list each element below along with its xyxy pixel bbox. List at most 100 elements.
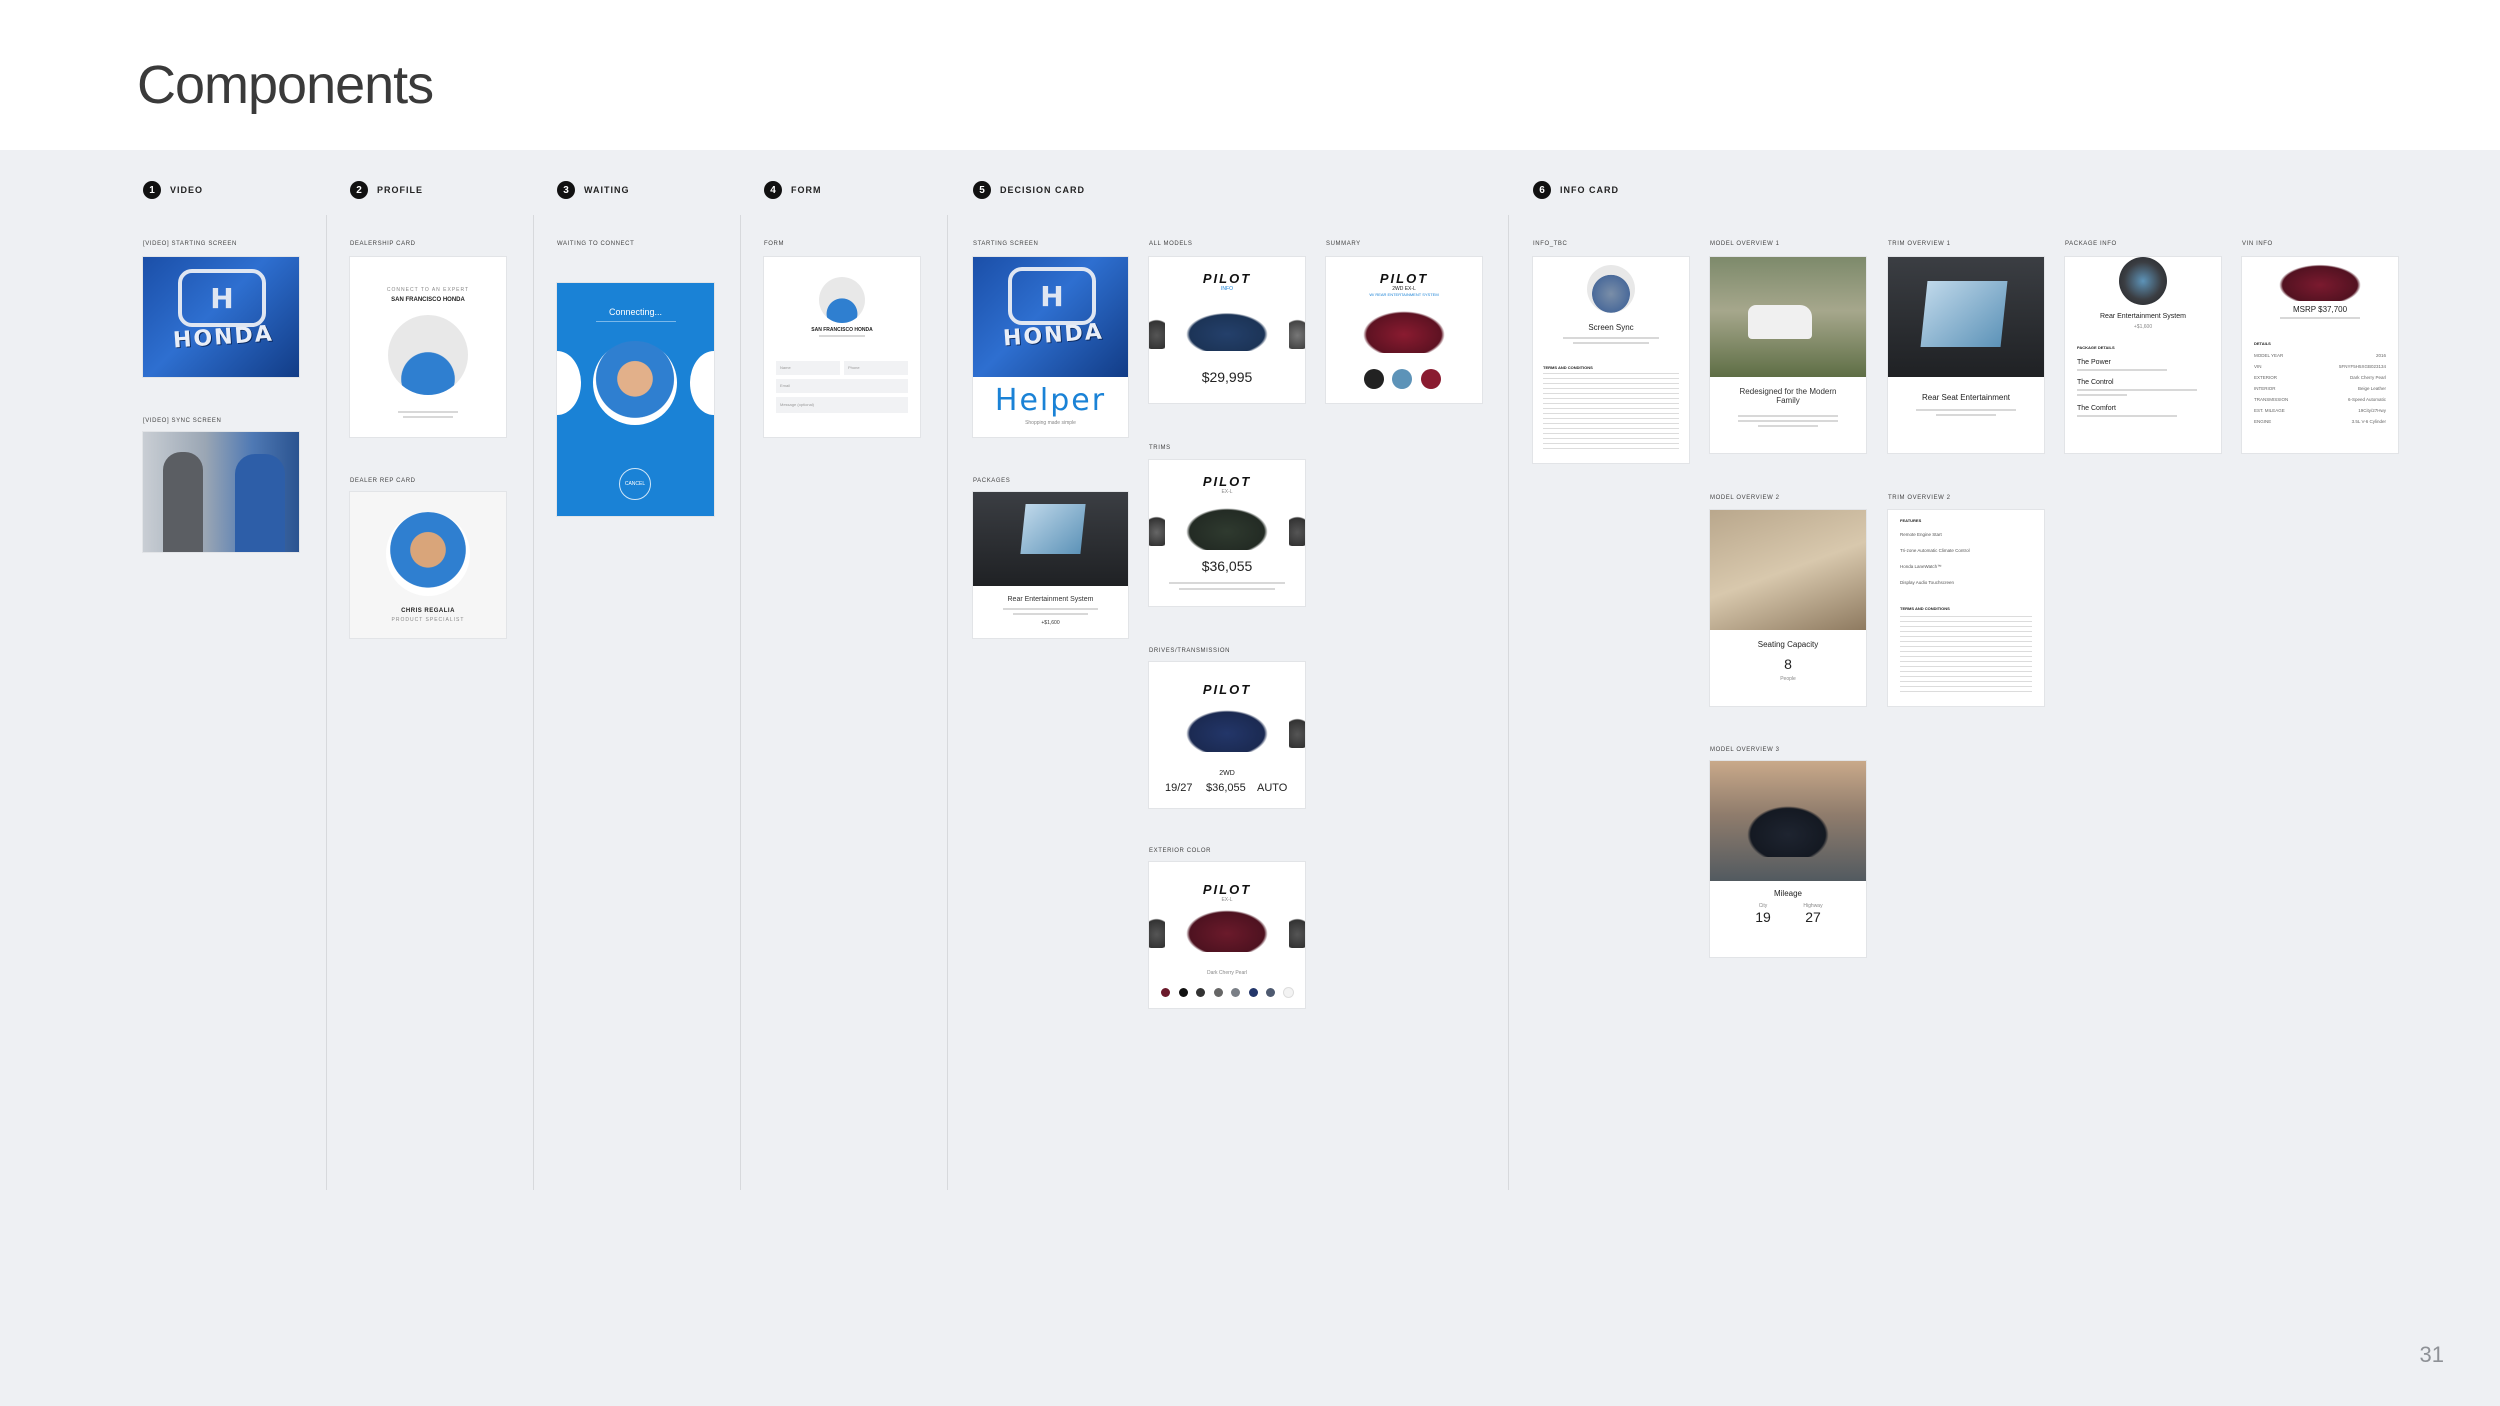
vin-row: TRANSMISSION 6-Speed Automatic (2254, 397, 2386, 408)
color-swatch[interactable] (1248, 988, 1258, 997)
form-dealer-name: SAN FRANCISCO HONDA (811, 327, 873, 333)
summary-thumbnails (1362, 369, 1443, 394)
model-name: PILOT (1202, 271, 1252, 286)
section-waiting-header: 3 WAITING (557, 180, 630, 200)
form-card[interactable]: SAN FRANCISCO HONDA Name Phone Email Mes… (764, 257, 920, 437)
model-overview-3-card[interactable]: Mileage City Highway 19 27 (1710, 761, 1866, 957)
description-line (2077, 389, 2197, 391)
trim-overview-2-card[interactable]: FEATURES Remote Engine Start Tri-zone Au… (1888, 510, 2044, 706)
description-line (2077, 394, 2127, 396)
dealership-card[interactable]: CONNECT TO AN EXPERT SAN FRANCISCO HONDA (350, 257, 506, 437)
description-line (2077, 415, 2177, 417)
color-swatch[interactable] (1213, 988, 1223, 997)
color-swatch[interactable] (1283, 988, 1293, 997)
exterior-card[interactable]: PILOT EX-L Dark Cherry Pearl (1149, 862, 1305, 1008)
video-sync-label: [VIDEO] SYNC SCREEN (143, 418, 222, 424)
all-models-card[interactable]: PILOT INFO $29,995 (1149, 257, 1305, 403)
drives-card[interactable]: PILOT 2WD 19/27 $36,055 AUTO (1149, 662, 1305, 808)
screen-image (1920, 281, 2008, 347)
waiting-card[interactable]: Connecting... CANCEL (557, 283, 714, 516)
person-photo (163, 452, 203, 552)
package-info-card[interactable]: Rear Entertainment System +$1,600 PACKAG… (2065, 257, 2221, 453)
side-cutout (557, 351, 581, 415)
page-number: 31 (2419, 1342, 2444, 1367)
connect-text: CONNECT TO AN EXPERT (386, 287, 470, 293)
honda-logo-icon: H (1008, 267, 1096, 325)
vin-key: ENGINE (2254, 419, 2272, 424)
name-field[interactable]: Name (776, 361, 840, 375)
thumbnail[interactable] (1392, 369, 1413, 389)
description-line (1758, 425, 1818, 427)
package-photo (973, 492, 1128, 586)
color-swatch[interactable] (1266, 988, 1276, 997)
message-field[interactable]: Message (optional) (776, 397, 908, 413)
vin-key: EXTERIOR (2254, 375, 2278, 380)
components-board: 1 VIDEO 2 PROFILE 3 WAITING 4 FORM 5 DEC… (0, 150, 2500, 1406)
connecting-text: Connecting... (608, 307, 663, 317)
video-starting-screen[interactable]: H HONDA (143, 257, 299, 377)
starting-screen-label: STARTING SCREEN (973, 241, 1039, 247)
summary-label: SUMMARY (1326, 241, 1361, 247)
column-divider (326, 215, 327, 1190)
section-label: FORM (791, 185, 822, 195)
mo2-unit: People (1780, 676, 1796, 682)
tbc-title: Screen Sync (1588, 323, 1634, 332)
honda-logo-icon: H (178, 269, 266, 327)
video-starting-label: [VIDEO] STARTING SCREEN (143, 241, 237, 247)
trim-overview-1-card[interactable]: Rear Seat Entertainment (1888, 257, 2044, 453)
thumbnail[interactable] (1420, 369, 1441, 389)
section-number: 4 (764, 181, 782, 199)
column-divider (740, 215, 741, 1190)
vin-info-card[interactable]: MSRP $37,700 DETAILS MODEL YEAR 2016 VIN 5… (2242, 257, 2398, 453)
vin-label: VIN INFO (2242, 241, 2273, 247)
vin-value: Dark Cherry Pearl (2349, 375, 2386, 380)
section-label: INFO CARD (1560, 185, 1619, 195)
to1-label: TRIM OVERVIEW 1 (1888, 241, 1951, 247)
dealer-rep-card[interactable]: CHRIS REGALIA PRODUCT SPECIALIST (350, 492, 506, 638)
trims-card[interactable]: PILOT EX-L $36,055 (1149, 460, 1305, 606)
cancel-button[interactable]: CANCEL (619, 468, 651, 500)
color-swatch[interactable] (1178, 988, 1188, 997)
package-name: Rear Entertainment System (1007, 596, 1094, 603)
section-label: DECISION CARD (1000, 185, 1086, 195)
email-field[interactable]: Email (776, 379, 908, 393)
mo3-title: Mileage (1773, 889, 1802, 898)
vin-value: 5FNYF5H5XGB023134 (2338, 364, 2386, 369)
car-image-partial (1289, 714, 1305, 748)
tbc-terms: TERMS AND CONDITIONS (1543, 365, 1593, 370)
vin-row: EXTERIOR Dark Cherry Pearl (2254, 375, 2386, 386)
screen-image (1020, 504, 1086, 554)
sync-photo (1587, 265, 1635, 313)
model-name: PILOT (1202, 882, 1252, 897)
drives-label: DRIVES/TRANSMISSION (1149, 648, 1231, 654)
rep-avatar (593, 341, 677, 425)
interior-photo (1710, 510, 1866, 630)
car-image (1356, 307, 1452, 353)
model-overview-2-card[interactable]: Seating Capacity 8 People (1710, 510, 1866, 706)
car-image-partial (1149, 512, 1165, 546)
decision-starting-card[interactable]: H HONDA Helper Shopping made simple (973, 257, 1128, 437)
video-sync-screen[interactable] (143, 432, 299, 552)
vin-row: MODEL YEAR 2016 (2254, 353, 2386, 364)
package-price: +$1,600 (1041, 620, 1060, 626)
section-profile-header: 2 PROFILE (350, 180, 423, 200)
car-image (2272, 261, 2368, 301)
features-line (1169, 582, 1285, 584)
helper-tagline: Shopping made simple (1025, 420, 1076, 426)
phone-field[interactable]: Phone (844, 361, 908, 375)
package-card[interactable]: Rear Entertainment System +$1,600 (973, 492, 1128, 638)
model-overview-1-card[interactable]: Redesigned for the Modern Family (1710, 257, 1866, 453)
color-swatch[interactable] (1161, 988, 1171, 997)
model-name: PILOT (1202, 682, 1252, 697)
entertainment-photo (1888, 257, 2044, 377)
car-image-partial (1289, 315, 1305, 349)
section-video-header: 1 VIDEO (143, 180, 203, 200)
summary-card[interactable]: PILOT 2WD EX-L W/ REAR ENTERTAINMENT SYS… (1326, 257, 1482, 403)
page-title: Components (137, 55, 434, 115)
color-swatch[interactable] (1196, 988, 1206, 997)
thumbnail[interactable] (1364, 369, 1384, 389)
exterior-sub: EX-L (1221, 897, 1233, 903)
color-swatch[interactable] (1231, 988, 1241, 997)
all-models-label: ALL MODELS (1149, 241, 1193, 247)
info-tbc-card[interactable]: Screen Sync TERMS AND CONDITIONS (1533, 257, 1689, 463)
